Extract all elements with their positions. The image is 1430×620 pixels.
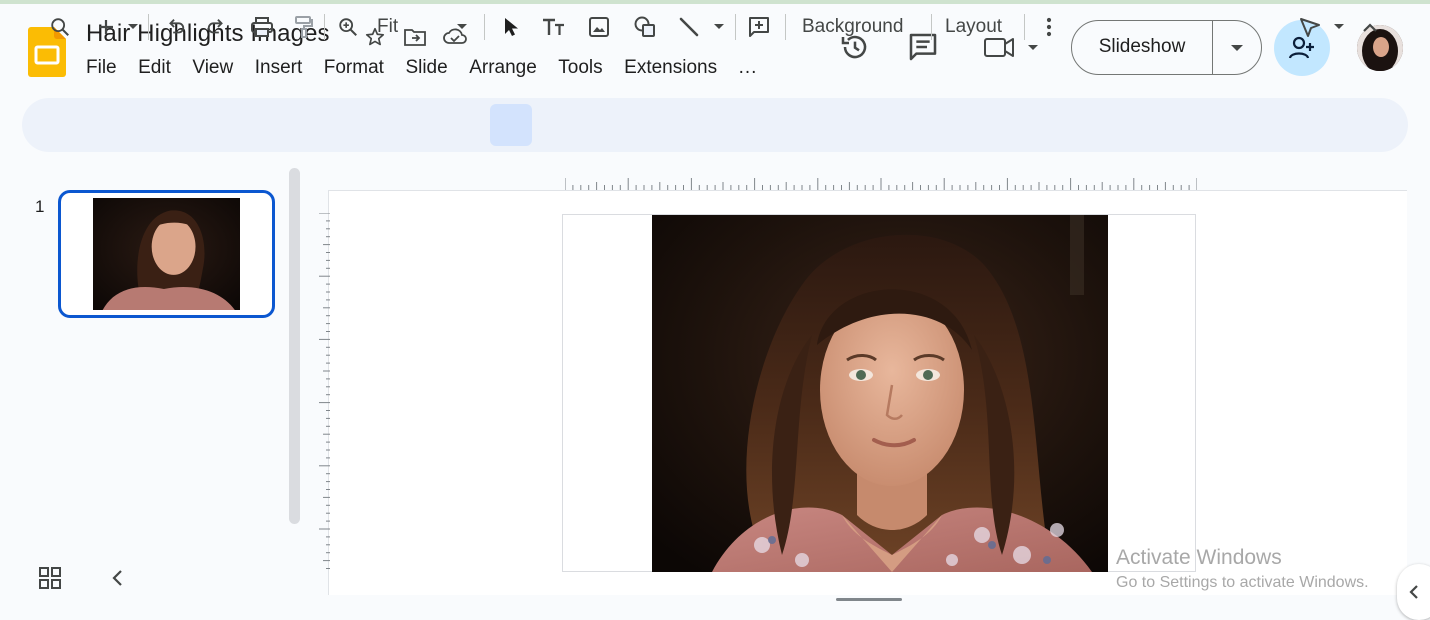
- new-slide-icon[interactable]: [94, 13, 118, 41]
- menu-arrange[interactable]: Arrange: [469, 57, 537, 79]
- menu-tools[interactable]: Tools: [558, 57, 602, 79]
- slide-thumbnail-image[interactable]: [93, 198, 240, 310]
- vertical-ruler: [319, 213, 330, 569]
- slide-number: 1: [35, 197, 45, 216]
- collapse-filmstrip-icon[interactable]: [107, 566, 129, 590]
- side-panel-toggle[interactable]: [1397, 564, 1430, 620]
- search-icon[interactable]: [48, 13, 72, 41]
- move-to-folder-icon[interactable]: [402, 24, 428, 50]
- pen-icon[interactable]: [1297, 13, 1323, 41]
- activate-windows-subtitle: Go to Settings to activate Windows.: [1116, 574, 1369, 591]
- slide-photo[interactable]: [652, 215, 1108, 572]
- shape-icon[interactable]: [632, 13, 658, 41]
- zoom-dropdown-icon[interactable]: [454, 13, 470, 41]
- undo-icon[interactable]: [163, 13, 187, 41]
- menu-extensions[interactable]: Extensions: [624, 57, 717, 79]
- line-icon[interactable]: [677, 13, 701, 41]
- comment-icon[interactable]: [906, 30, 940, 64]
- menu-file[interactable]: File: [86, 57, 117, 79]
- horizontal-ruler: [565, 178, 1197, 190]
- chevron-left-icon: [1409, 585, 1418, 599]
- image-icon[interactable]: [587, 13, 611, 41]
- filmstrip-scrollbar[interactable]: [289, 168, 300, 524]
- menu-bar: File Edit View Insert Format Slide Arran…: [86, 57, 779, 79]
- line-dropdown-icon[interactable]: [711, 13, 727, 41]
- menu-edit[interactable]: Edit: [138, 57, 171, 79]
- select-icon[interactable]: [499, 13, 523, 41]
- grid-view-icon[interactable]: [38, 566, 62, 590]
- menu-more[interactable]: ...: [739, 57, 758, 79]
- paint-format-icon[interactable]: [292, 13, 316, 41]
- menu-insert[interactable]: Insert: [255, 57, 303, 79]
- slideshow-button[interactable]: Slideshow: [1071, 20, 1262, 75]
- menu-view[interactable]: View: [192, 57, 233, 79]
- select-tool-highlight: [490, 104, 532, 146]
- layout-button[interactable]: Layout: [945, 13, 1002, 41]
- print-icon[interactable]: [249, 13, 275, 41]
- zoom-icon[interactable]: [336, 13, 360, 41]
- window-top-accent: [0, 0, 1430, 4]
- pen-dropdown-icon[interactable]: [1331, 13, 1347, 41]
- collapse-up-icon[interactable]: [1358, 13, 1382, 41]
- activate-windows-title: Activate Windows: [1116, 546, 1282, 569]
- notes-resize-handle[interactable]: [836, 598, 902, 601]
- new-slide-dropdown-icon[interactable]: [125, 13, 141, 41]
- slideshow-dropdown-icon[interactable]: [1213, 21, 1261, 74]
- zoom-select-value[interactable]: Fit: [377, 13, 398, 41]
- background-button[interactable]: Background: [802, 13, 903, 41]
- toolbar: [22, 98, 1408, 152]
- menu-slide[interactable]: Slide: [405, 57, 447, 79]
- slideshow-label[interactable]: Slideshow: [1072, 20, 1213, 75]
- text-box-icon[interactable]: [540, 13, 568, 41]
- menu-format[interactable]: Format: [324, 57, 384, 79]
- redo-icon[interactable]: [205, 13, 229, 41]
- comment-add-icon[interactable]: [746, 13, 772, 41]
- more-vert-icon[interactable]: [1039, 13, 1059, 41]
